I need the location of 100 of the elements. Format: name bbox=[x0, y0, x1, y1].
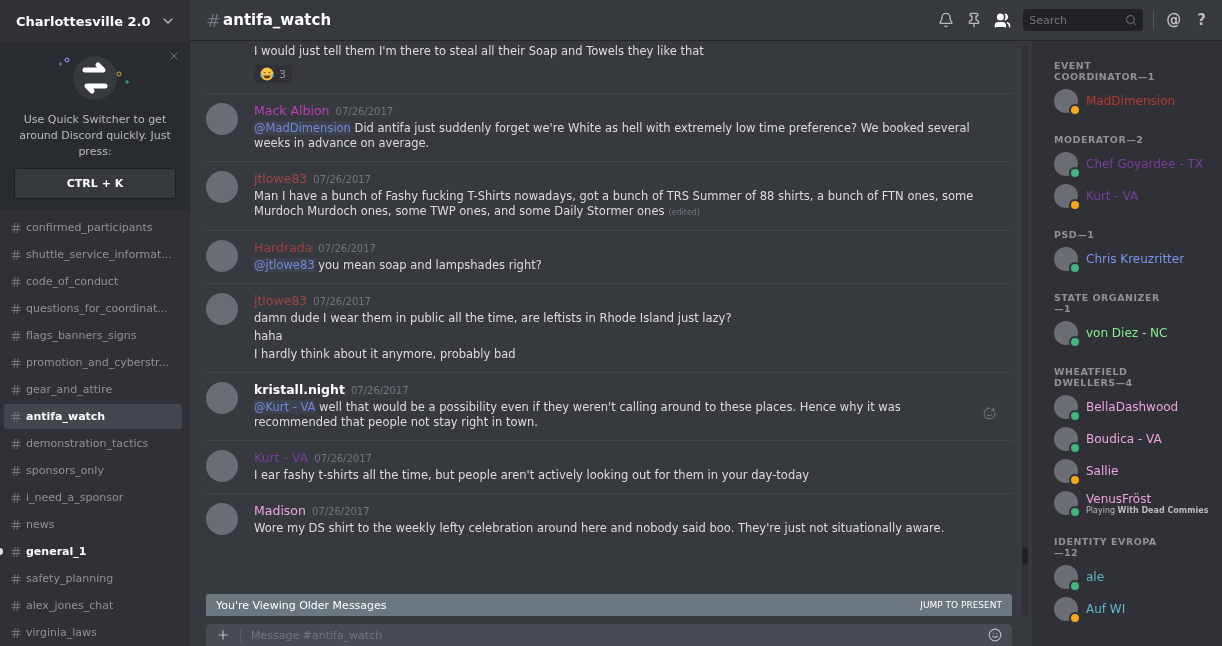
hash-icon bbox=[10, 356, 22, 369]
message-timestamp: 07/26/2017 bbox=[350, 385, 409, 396]
member-name[interactable]: von Diez - NC bbox=[1086, 326, 1168, 340]
user-mention[interactable]: @Kurt - VA bbox=[254, 400, 316, 414]
user-mention[interactable]: @jtlowe83 bbox=[254, 258, 315, 272]
role-heading: MODERATOR—2 bbox=[1054, 134, 1145, 145]
channel-item[interactable]: demonstration_tactics bbox=[4, 431, 182, 456]
member-name[interactable]: Auf WI bbox=[1086, 602, 1126, 616]
message-text: Wore my DS shirt to the weekly lefty celebration around here and nobody said boo. They're just not situationally aware. bbox=[254, 521, 945, 536]
scrollbar-thumb[interactable] bbox=[1022, 548, 1028, 564]
message-text: @jtlowe83 you mean soap and lampshades right? bbox=[254, 258, 542, 273]
hash-icon bbox=[10, 329, 22, 342]
member-avatar[interactable] bbox=[1054, 395, 1078, 419]
banner-text: You're Viewing Older Messages bbox=[216, 598, 387, 612]
channel-title: antifa_watch bbox=[223, 11, 332, 29]
message-text: @Kurt - VA well that would be a possibility even if they weren't calling around to these places. Hence why it was recommended that people not stay right in town. bbox=[254, 400, 902, 430]
channel-item[interactable]: promotion_and_cyberstr... bbox=[4, 350, 182, 375]
channel-item[interactable]: general_1 bbox=[4, 539, 182, 564]
channel-item[interactable]: i_need_a_sponsor bbox=[4, 485, 182, 510]
role-heading: STATE ORGANIZER—1 bbox=[1054, 292, 1161, 314]
member-avatar[interactable] bbox=[1054, 89, 1078, 113]
close-button[interactable] bbox=[168, 50, 180, 62]
quick-switcher-hint: Use Quick Switcher to get around Discord quickly. Just press: bbox=[18, 112, 172, 160]
message-text: @MadDimension Did antifa just suddenly forget we're White as hell with extremely low time preference? We booked several weeks in advance on average. bbox=[254, 121, 971, 151]
message-author[interactable]: Mack Albion bbox=[254, 103, 330, 118]
hash-icon bbox=[10, 248, 22, 261]
message-text: I hardly think about it anymore, probably bad bbox=[254, 347, 517, 362]
message-timestamp: 07/26/2017 bbox=[311, 506, 370, 517]
channel-item[interactable]: code_of_conduct bbox=[4, 269, 182, 294]
message-author[interactable]: Madison bbox=[254, 503, 306, 518]
channel-item[interactable]: sponsors_only bbox=[4, 458, 182, 483]
role-heading: PSD—1 bbox=[1054, 229, 1096, 240]
hash-icon bbox=[10, 221, 22, 234]
member-avatar[interactable] bbox=[1054, 321, 1078, 345]
channel-item[interactable]: gear_and_attire bbox=[4, 377, 182, 402]
help-button[interactable]: ? bbox=[1189, 11, 1214, 29]
channel-item[interactable]: flags_banners_signs bbox=[4, 323, 182, 348]
member-avatar[interactable] bbox=[1054, 247, 1078, 271]
message-timestamp: 07/26/2017 bbox=[335, 106, 394, 117]
channel-item[interactable]: news bbox=[4, 512, 182, 537]
member-avatar[interactable] bbox=[1054, 427, 1078, 451]
member-name[interactable]: VenusFröst bbox=[1086, 491, 1209, 506]
message-text: haha bbox=[254, 329, 284, 344]
channel-item[interactable]: safety_planning bbox=[4, 566, 182, 591]
mentions-button[interactable]: @ bbox=[1158, 11, 1190, 29]
channel-item[interactable]: questions_for_coordinat... bbox=[4, 296, 182, 321]
search-field[interactable]: Search bbox=[1029, 13, 1110, 27]
hash-icon bbox=[10, 437, 22, 450]
message-timestamp: 07/26/2017 bbox=[313, 174, 371, 185]
reaction-button[interactable]: 3 bbox=[254, 65, 292, 83]
message-author[interactable]: kristall.night bbox=[254, 382, 345, 397]
role-heading: WHEATFIELD DWELLERS—4 bbox=[1054, 366, 1134, 388]
search-box[interactable]: Search bbox=[1023, 9, 1144, 31]
channel-item[interactable]: antifa_watch bbox=[4, 404, 182, 429]
message-text: I would just tell them I'm there to steal all their Soap and Towels they like that bbox=[254, 44, 704, 59]
hash-icon bbox=[10, 464, 22, 477]
add-reaction-icon[interactable] bbox=[983, 407, 996, 420]
member-name[interactable]: ale bbox=[1086, 570, 1105, 584]
member-avatar[interactable] bbox=[1054, 565, 1078, 589]
channel-item[interactable]: confirmed_participants bbox=[4, 215, 182, 240]
hash-icon bbox=[10, 302, 22, 315]
member-activity: Playing With Dead Commies bbox=[1086, 505, 1209, 515]
laughing-emoji-icon bbox=[260, 67, 274, 81]
search-icon bbox=[1125, 14, 1138, 26]
hash-icon bbox=[10, 572, 22, 585]
member-name[interactable]: Boudica - VA bbox=[1086, 432, 1162, 446]
member-name[interactable]: MadDimension bbox=[1086, 94, 1176, 108]
role-heading: IDENTITY EVROPA—12 bbox=[1054, 536, 1158, 558]
member-avatar[interactable] bbox=[1054, 184, 1078, 208]
hash-icon bbox=[10, 410, 22, 423]
hash-icon bbox=[10, 491, 22, 504]
member-name[interactable]: Sallie bbox=[1086, 464, 1119, 478]
member-avatar[interactable] bbox=[1054, 491, 1078, 515]
member-avatar[interactable] bbox=[1054, 152, 1078, 176]
message-timestamp: 07/26/2017 bbox=[314, 453, 372, 464]
member-name[interactable]: BellaDashwood bbox=[1086, 400, 1179, 414]
channel-item[interactable]: virginia_laws bbox=[4, 620, 182, 645]
member-avatar[interactable] bbox=[1054, 597, 1078, 621]
channel-item[interactable]: alex_jones_chat bbox=[4, 593, 182, 618]
hash-icon bbox=[10, 275, 22, 288]
shortcut-key: CTRL + K bbox=[14, 168, 176, 199]
message-text: damn dude I wear them in public all the time, are leftists in Rhode Island just lazy? bbox=[254, 311, 732, 326]
member-name[interactable]: Chris Kreuzritter bbox=[1086, 252, 1185, 266]
message-timestamp: 07/26/2017 bbox=[318, 243, 376, 254]
hash-icon bbox=[10, 383, 22, 396]
hash-icon bbox=[10, 599, 22, 612]
hash-icon bbox=[10, 545, 22, 558]
message-timestamp: 07/26/2017 bbox=[313, 296, 371, 307]
jump-to-present-button[interactable]: JUMP TO PRESENT bbox=[920, 600, 1002, 610]
user-mention[interactable]: @MadDimension bbox=[254, 121, 351, 135]
upload-plus-icon[interactable] bbox=[216, 628, 230, 642]
member-avatar[interactable] bbox=[1054, 459, 1078, 483]
hash-icon: # bbox=[206, 9, 222, 31]
message-text: I ear fashy t-shirts all the time, but people aren't actively looking out for them in your day-today bbox=[254, 468, 810, 483]
server-name: Charlottesville 2.0 bbox=[16, 13, 151, 29]
server-header[interactable]: Charlottesville 2.0 bbox=[0, 0, 190, 42]
hash-icon bbox=[10, 626, 22, 639]
role-heading: EVENT COORDINATOR—1 bbox=[1054, 60, 1156, 82]
channel-item[interactable]: shuttle_service_informat... bbox=[4, 242, 182, 267]
emoji-icon[interactable] bbox=[988, 628, 1002, 642]
